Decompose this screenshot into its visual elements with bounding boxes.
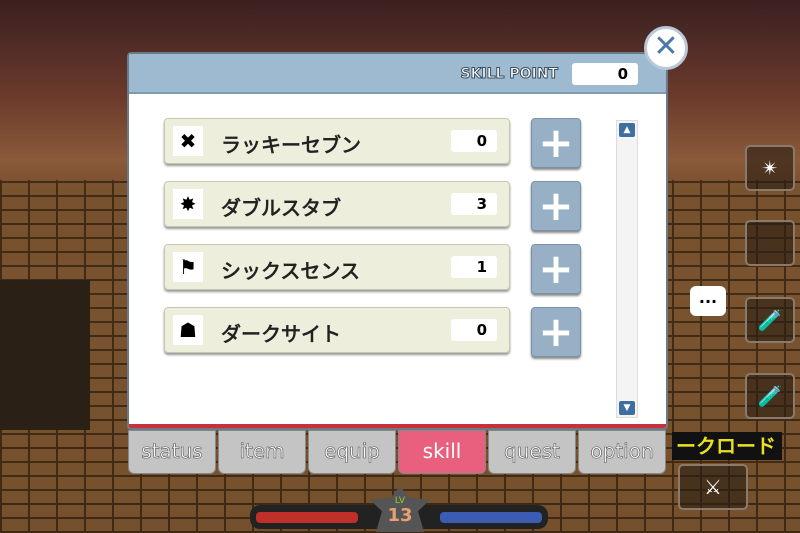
add-skill-point-button[interactable]: + bbox=[531, 181, 581, 231]
scroll-down-icon[interactable]: ▼ bbox=[619, 401, 635, 415]
scrollbar[interactable]: ▲ ▼ bbox=[616, 120, 638, 418]
skill-name: ダークサイト bbox=[221, 322, 341, 346]
add-skill-point-button[interactable]: + bbox=[531, 118, 581, 168]
skill-point-value: 0 bbox=[572, 63, 638, 85]
skill-name: ラッキーセブン bbox=[221, 133, 361, 157]
hp-potion-icon[interactable]: 🧪 bbox=[745, 297, 795, 343]
mp-bar bbox=[440, 512, 542, 523]
skill-level: 3 bbox=[451, 193, 497, 215]
double-stab-icon: ✸ bbox=[173, 189, 203, 219]
level-value: 13 bbox=[387, 505, 413, 526]
dark-sight-icon: ☗ bbox=[173, 315, 203, 345]
skill-point-label: SKILL POINT bbox=[460, 66, 558, 83]
skill-window: SKILL POINT 0 ✖ ラッキーセブン 0 + ✸ ダブルスタブ 3 +… bbox=[127, 52, 668, 430]
skill-row: ✸ ダブルスタブ 3 bbox=[164, 181, 510, 227]
background-shadow bbox=[0, 280, 90, 430]
close-icon[interactable]: ✕ bbox=[644, 26, 688, 70]
skill-window-header: SKILL POINT 0 bbox=[129, 54, 666, 94]
divider bbox=[129, 424, 666, 428]
tab-option[interactable]: option bbox=[578, 430, 666, 474]
sixth-sense-icon: ⚑ bbox=[173, 252, 203, 282]
tab-skill[interactable]: skill bbox=[398, 430, 486, 474]
mp-potion-icon[interactable]: 🧪 bbox=[745, 373, 795, 419]
scroll-up-icon[interactable]: ▲ bbox=[619, 123, 635, 137]
skill-level: 0 bbox=[451, 130, 497, 152]
add-skill-point-button[interactable]: + bbox=[531, 244, 581, 294]
skill-name: シックスセンス bbox=[221, 259, 360, 283]
skill-row: ✖ ラッキーセブン 0 bbox=[164, 118, 510, 164]
tab-equip[interactable]: equip bbox=[308, 430, 396, 474]
add-skill-point-button[interactable]: + bbox=[531, 307, 581, 357]
skill-level: 1 bbox=[451, 256, 497, 278]
tab-quest[interactable]: quest bbox=[488, 430, 576, 474]
quickslot-empty[interactable] bbox=[745, 220, 795, 266]
skill-name: ダブルスタブ bbox=[221, 196, 341, 220]
skill-row: ⚑ シックスセンス 1 bbox=[164, 244, 510, 290]
menu-tabs: status item equip skill quest option bbox=[128, 430, 668, 474]
chat-bubble[interactable]: ... bbox=[690, 286, 726, 316]
hp-bar bbox=[256, 512, 358, 523]
lucky-seven-icon: ✖ bbox=[173, 126, 203, 156]
attack-button-icon[interactable]: ⚔ bbox=[678, 464, 748, 510]
map-name: ークロード bbox=[672, 432, 782, 460]
skill-level: 0 bbox=[451, 319, 497, 341]
quickslot-skill-icon[interactable]: ✴ bbox=[745, 145, 795, 191]
tab-status[interactable]: status bbox=[128, 430, 216, 474]
skill-row: ☗ ダークサイト 0 bbox=[164, 307, 510, 353]
tab-item[interactable]: item bbox=[218, 430, 306, 474]
